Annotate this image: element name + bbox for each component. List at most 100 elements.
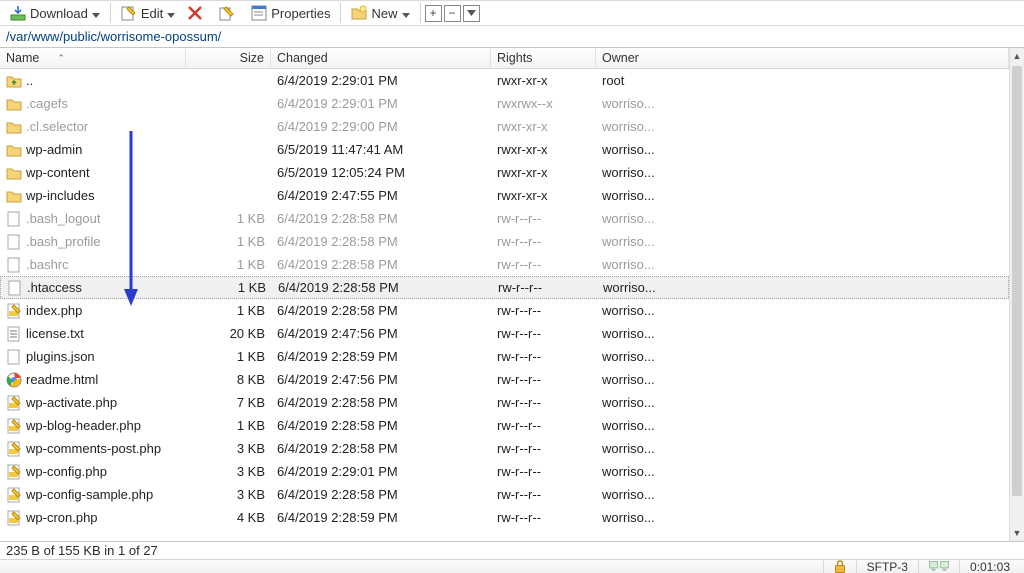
scroll-up-button[interactable]: ▲ — [1010, 48, 1024, 64]
cell-changed: 6/4/2019 2:28:59 PM — [271, 349, 491, 364]
cell-size: 1 KB — [186, 257, 271, 272]
file-row[interactable]: index.php1 KB6/4/2019 2:28:58 PMrw-r--r-… — [0, 299, 1009, 322]
file-row[interactable]: wp-blog-header.php1 KB6/4/2019 2:28:58 P… — [0, 414, 1009, 437]
cell-owner: worriso... — [596, 349, 686, 364]
file-name: .bash_logout — [26, 211, 100, 226]
file-name: wp-config.php — [26, 464, 107, 479]
cell-rights: rwxr-xr-x — [491, 165, 596, 180]
file-row[interactable]: wp-config.php3 KB6/4/2019 2:29:01 PMrw-r… — [0, 460, 1009, 483]
file-row[interactable]: .bash_profile1 KB6/4/2019 2:28:58 PMrw-r… — [0, 230, 1009, 253]
cell-owner: worriso... — [596, 510, 686, 525]
file-name: wp-comments-post.php — [26, 441, 161, 456]
download-button[interactable]: Download — [4, 2, 106, 24]
rename-button[interactable] — [213, 2, 245, 24]
cell-changed: 6/4/2019 2:28:58 PM — [271, 211, 491, 226]
file-name: .bash_profile — [26, 234, 100, 249]
folder-up-icon — [6, 73, 22, 89]
cell-owner: worriso... — [596, 303, 686, 318]
elapsed-time: 0:01:03 — [959, 560, 1020, 573]
rename-icon — [219, 5, 235, 21]
edit-button[interactable]: Edit — [115, 2, 181, 24]
file-row[interactable]: wp-config-sample.php3 KB6/4/2019 2:28:58… — [0, 483, 1009, 506]
cell-rights: rw-r--r-- — [491, 395, 596, 410]
file-row[interactable]: wp-admin6/5/2019 11:47:41 AMrwxr-xr-xwor… — [0, 138, 1009, 161]
path-bar[interactable]: /var/www/public/worrisome-opossum/ — [0, 26, 1024, 48]
file-row[interactable]: license.txt20 KB6/4/2019 2:47:56 PMrw-r-… — [0, 322, 1009, 345]
php-icon — [6, 303, 22, 319]
col-size-header[interactable]: Size — [186, 48, 271, 68]
col-owner-header[interactable]: Owner — [596, 48, 1009, 68]
file-row[interactable]: wp-cron.php4 KB6/4/2019 2:28:59 PMrw-r--… — [0, 506, 1009, 529]
cell-rights: rwxr-xr-x — [491, 119, 596, 134]
cell-rights: rwxr-xr-x — [491, 142, 596, 157]
cell-size: 3 KB — [186, 487, 271, 502]
selection-status-text: 235 B of 155 KB in 1 of 27 — [6, 543, 158, 558]
file-row[interactable]: wp-includes6/4/2019 2:47:55 PMrwxr-xr-xw… — [0, 184, 1009, 207]
col-changed-header[interactable]: Changed — [271, 48, 491, 68]
col-name-header[interactable]: Name ⌃ — [0, 48, 186, 68]
sort-caret-icon: ⌃ — [57, 53, 65, 64]
file-row[interactable]: .cagefs6/4/2019 2:29:01 PMrwxrwx--xworri… — [0, 92, 1009, 115]
cell-rights: rw-r--r-- — [491, 441, 596, 456]
php-icon — [6, 395, 22, 411]
file-row[interactable]: .cl.selector6/4/2019 2:29:00 PMrwxr-xr-x… — [0, 115, 1009, 138]
cell-changed: 6/4/2019 2:29:00 PM — [271, 119, 491, 134]
cell-owner: worriso... — [596, 211, 686, 226]
properties-icon — [251, 5, 267, 21]
folder-icon — [6, 165, 22, 181]
cell-owner: root — [596, 73, 686, 88]
cell-owner: worriso... — [596, 418, 686, 433]
connection-status-bar: SFTP-3 0:01:03 — [0, 560, 1024, 573]
minus-button[interactable]: − — [444, 5, 461, 22]
cell-rights: rw-r--r-- — [491, 418, 596, 433]
cell-changed: 6/4/2019 2:47:56 PM — [271, 372, 491, 387]
edit-icon — [121, 5, 137, 21]
file-row[interactable]: .bashrc1 KB6/4/2019 2:28:58 PMrw-r--r--w… — [0, 253, 1009, 276]
cell-size: 1 KB — [186, 211, 271, 226]
file-name: wp-blog-header.php — [26, 418, 141, 433]
file-name: plugins.json — [26, 349, 95, 364]
file-name: .htaccess — [27, 280, 82, 295]
cell-size: 20 KB — [186, 326, 271, 341]
file-row[interactable]: .bash_logout1 KB6/4/2019 2:28:58 PMrw-r-… — [0, 207, 1009, 230]
cell-owner: worriso... — [596, 96, 686, 111]
cell-size: 1 KB — [186, 418, 271, 433]
col-rights-header[interactable]: Rights — [491, 48, 596, 68]
file-icon — [6, 211, 22, 227]
file-row[interactable]: wp-content6/5/2019 12:05:24 PMrwxr-xr-xw… — [0, 161, 1009, 184]
file-row[interactable]: ..6/4/2019 2:29:01 PMrwxr-xr-xroot — [0, 69, 1009, 92]
file-row[interactable]: wp-comments-post.php 3 KB6/4/2019 2:28:58… — [0, 437, 1009, 460]
vertical-scrollbar[interactable]: ▲ ▼ — [1009, 48, 1024, 541]
scroll-down-button[interactable]: ▼ — [1010, 525, 1024, 541]
php-icon — [6, 418, 22, 434]
cell-changed: 6/4/2019 2:28:58 PM — [271, 441, 491, 456]
delete-button[interactable] — [181, 2, 213, 24]
cell-rights: rw-r--r-- — [491, 303, 596, 318]
new-button[interactable]: New — [345, 2, 415, 24]
properties-button[interactable]: Properties — [245, 2, 336, 24]
scroll-thumb[interactable] — [1012, 66, 1022, 496]
cell-changed: 6/5/2019 11:47:41 AM — [271, 142, 491, 157]
file-row[interactable]: wp-activate.php7 KB6/4/2019 2:28:58 PMrw… — [0, 391, 1009, 414]
cell-owner: worriso... — [596, 142, 686, 157]
file-row[interactable]: readme.html8 KB6/4/2019 2:47:56 PMrw-r--… — [0, 368, 1009, 391]
delete-x-icon — [187, 5, 203, 21]
protocol-label: SFTP-3 — [856, 560, 918, 573]
dropdown-button[interactable] — [463, 5, 480, 22]
cell-changed: 6/4/2019 2:28:58 PM — [271, 303, 491, 318]
cell-owner: worriso... — [596, 372, 686, 387]
cell-owner: worriso... — [596, 119, 686, 134]
cell-size: 3 KB — [186, 441, 271, 456]
plus-button[interactable]: + — [425, 5, 442, 22]
file-name: readme.html — [26, 372, 98, 387]
cell-size: 1 KB — [186, 234, 271, 249]
column-header-row: Name ⌃ Size Changed Rights Owner — [0, 48, 1009, 69]
text-icon — [6, 326, 22, 342]
file-row[interactable]: plugins.json1 KB6/4/2019 2:28:59 PMrw-r-… — [0, 345, 1009, 368]
file-row[interactable]: .htaccess1 KB6/4/2019 2:28:58 PMrw-r--r-… — [0, 276, 1009, 299]
php-icon — [6, 510, 22, 526]
cell-rights: rw-r--r-- — [492, 280, 597, 295]
cell-changed: 6/4/2019 2:28:58 PM — [271, 257, 491, 272]
cell-owner: worriso... — [596, 464, 686, 479]
chrome-icon — [6, 372, 22, 388]
